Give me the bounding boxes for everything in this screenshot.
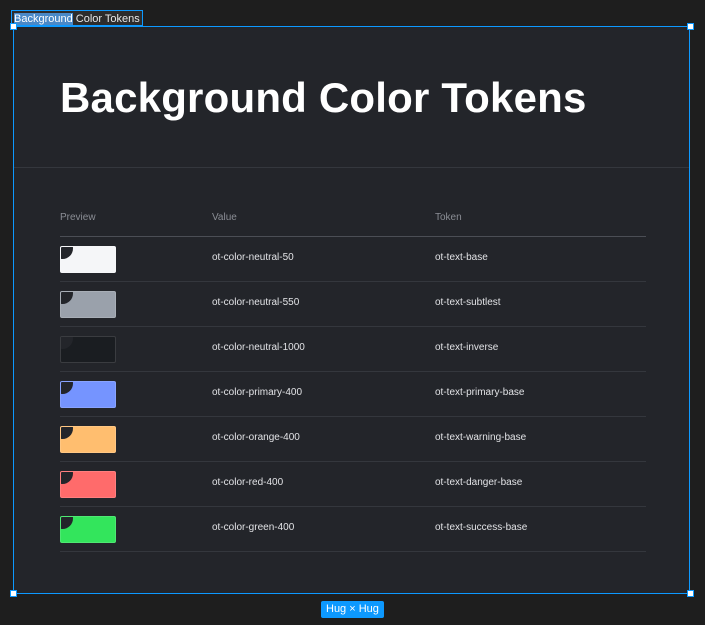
swatch-corner <box>60 291 73 304</box>
table-row: ot-color-green-400 ot-text-success-base <box>60 507 646 552</box>
table-row: ot-color-primary-400 ot-text-primary-base <box>60 372 646 417</box>
design-canvas[interactable]: Background Color Tokens Background Color… <box>0 0 705 625</box>
resize-handle-top-left[interactable] <box>10 23 17 30</box>
color-swatch[interactable] <box>60 291 116 318</box>
value-cell: ot-color-neutral-50 <box>212 252 294 263</box>
color-swatch[interactable] <box>60 336 116 363</box>
frame-name-text: Color Tokens <box>72 13 140 25</box>
color-swatch[interactable] <box>60 516 116 543</box>
link-icon <box>60 291 63 294</box>
value-cell: ot-color-red-400 <box>212 477 284 488</box>
color-swatch[interactable] <box>60 246 116 273</box>
token-cell: ot-text-success-base <box>435 522 528 533</box>
value-cell: ot-color-neutral-1000 <box>212 342 305 353</box>
link-icon <box>60 471 63 474</box>
table-row: ot-color-neutral-550 ot-text-subtlest <box>60 282 646 327</box>
value-cell: ot-color-primary-400 <box>212 387 303 398</box>
link-icon <box>60 426 63 429</box>
table-header: Preview Value Token <box>60 205 646 237</box>
header-section: Background Color Tokens <box>14 27 689 168</box>
value-cell: ot-color-green-400 <box>212 522 295 533</box>
token-table: Preview Value Token ot-color-neutral-50 o… <box>60 205 646 552</box>
token-cell: ot-text-danger-base <box>435 477 523 488</box>
table-row: ot-color-red-400 ot-text-danger-base <box>60 462 646 507</box>
swatch-corner <box>60 336 73 349</box>
resize-handle-top-right[interactable] <box>687 23 694 30</box>
link-icon <box>60 246 63 249</box>
token-cell: ot-text-primary-base <box>435 387 525 398</box>
token-cell: ot-text-subtlest <box>435 297 501 308</box>
header-value: Value <box>212 212 237 223</box>
color-swatch[interactable] <box>60 426 116 453</box>
token-cell: ot-text-inverse <box>435 342 499 353</box>
swatch-corner <box>60 426 73 439</box>
selected-frame[interactable]: Background Color Tokens Preview Value To… <box>13 26 690 594</box>
link-icon <box>60 381 63 384</box>
resize-handle-bottom-left[interactable] <box>10 590 17 597</box>
table-row: ot-color-orange-400 ot-text-warning-base <box>60 417 646 462</box>
color-swatch[interactable] <box>60 381 116 408</box>
header-token: Token <box>435 212 462 223</box>
swatch-corner <box>60 516 73 529</box>
value-cell: ot-color-neutral-550 <box>212 297 300 308</box>
page-title: Background Color Tokens <box>60 74 587 121</box>
color-swatch[interactable] <box>60 471 116 498</box>
token-cell: ot-text-warning-base <box>435 432 527 443</box>
table-body: ot-color-neutral-50 ot-text-base ot-color-… <box>60 237 646 552</box>
frame-name-selected-text: Background <box>14 13 73 25</box>
sizing-badge[interactable]: Hug × Hug <box>321 601 384 618</box>
table-row: ot-color-neutral-1000 ot-text-inverse <box>60 327 646 372</box>
value-cell: ot-color-orange-400 <box>212 432 300 443</box>
link-icon <box>60 516 63 519</box>
table-row: ot-color-neutral-50 ot-text-base <box>60 237 646 282</box>
swatch-corner <box>60 246 73 259</box>
link-icon <box>60 336 63 339</box>
swatch-corner <box>60 381 73 394</box>
swatch-corner <box>60 471 73 484</box>
resize-handle-bottom-right[interactable] <box>687 590 694 597</box>
header-preview: Preview <box>60 212 96 223</box>
token-cell: ot-text-base <box>435 252 488 263</box>
frame-name-label[interactable]: Background Color Tokens <box>11 10 143 26</box>
